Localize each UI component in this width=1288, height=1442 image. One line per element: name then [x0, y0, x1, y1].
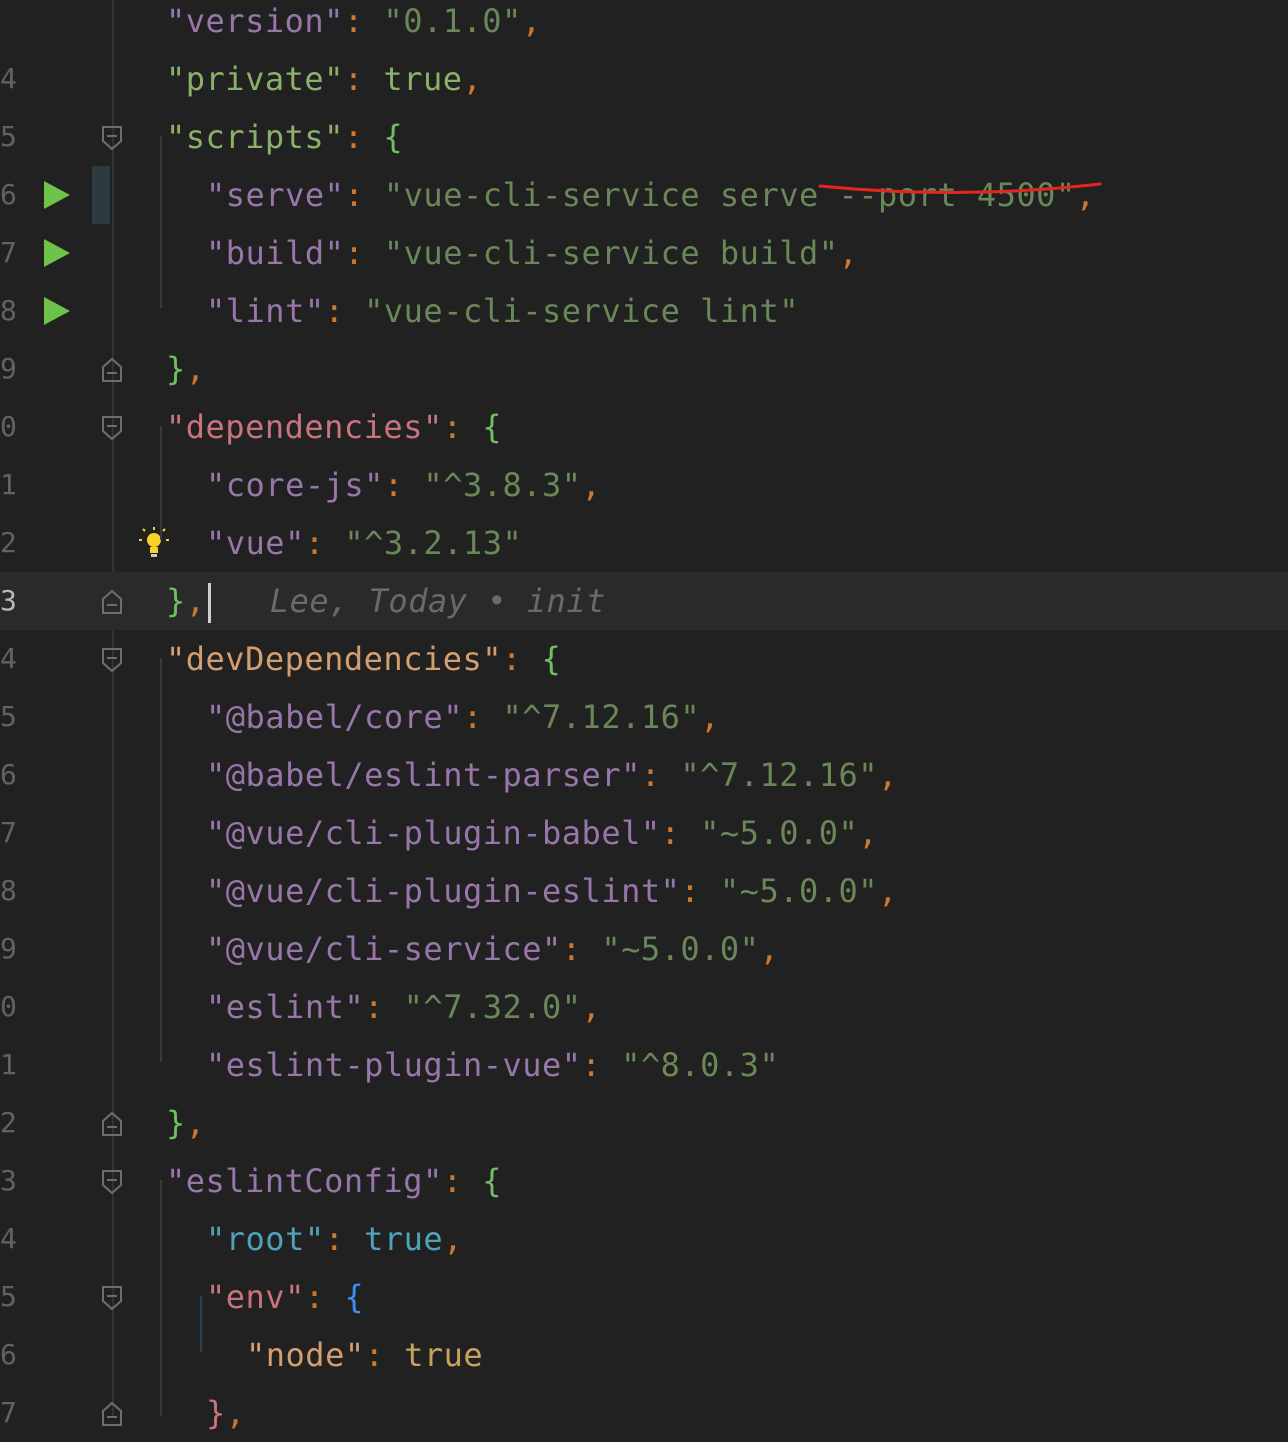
red-underline-annotation — [818, 182, 1102, 195]
code-editor[interactable]: "version": "0.1.0", 4 "private": true, 5 "sc… — [0, 0, 1288, 1432]
